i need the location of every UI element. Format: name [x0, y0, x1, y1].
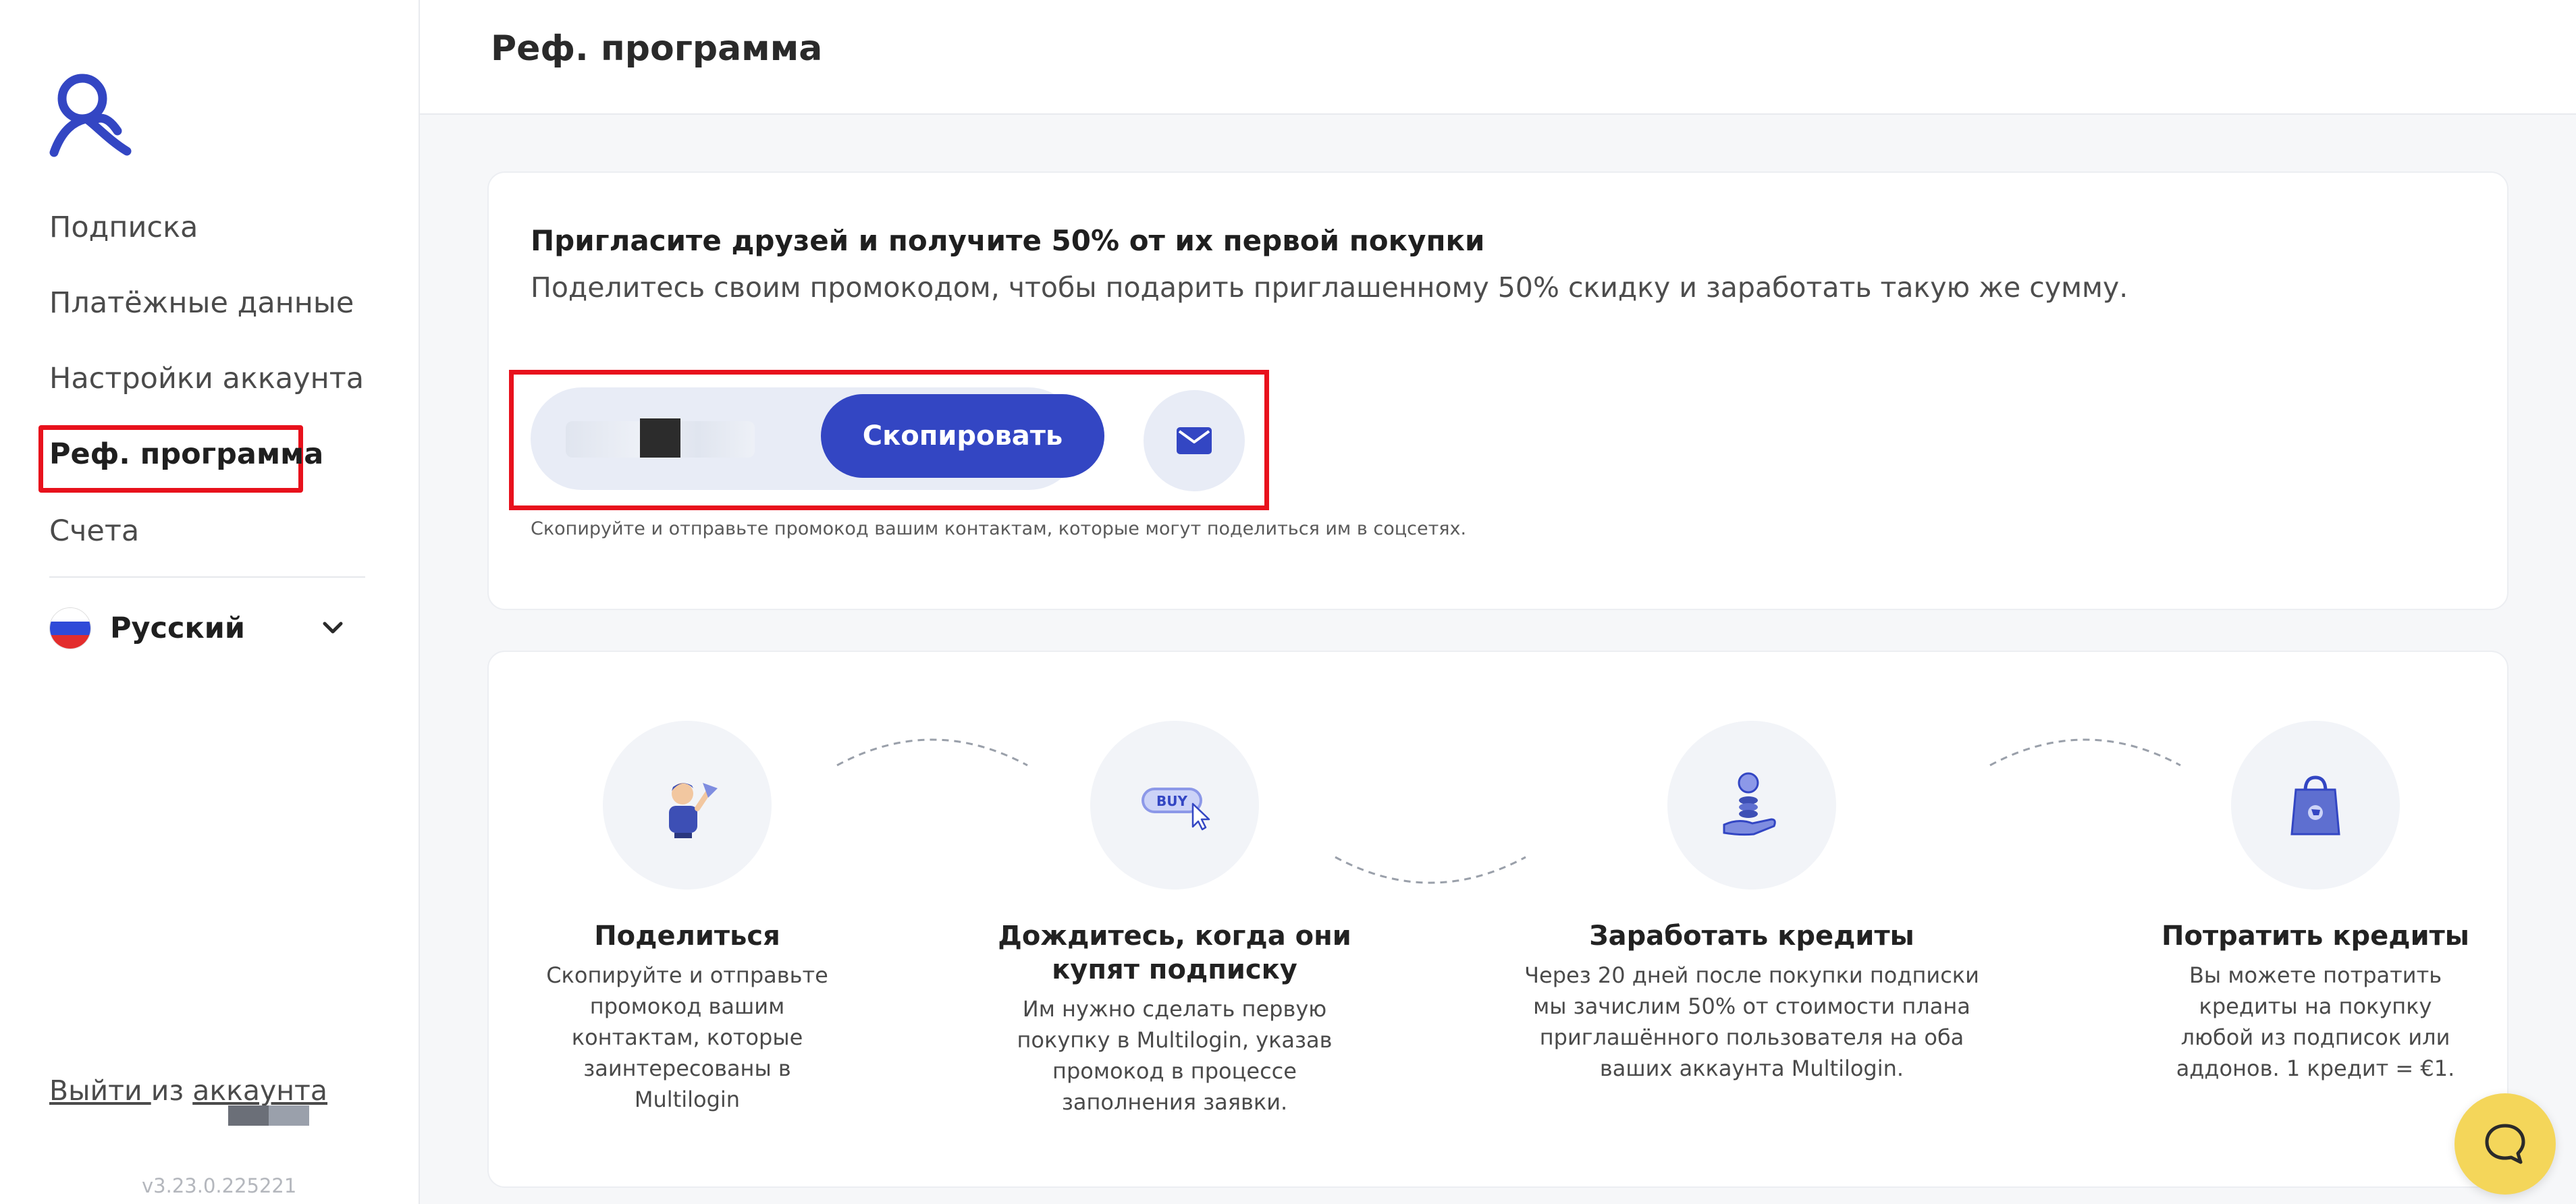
sidebar-item-referral[interactable]: Реф. программа	[49, 437, 323, 471]
step-share-desc: Скопируйте и отправьте промокод вашим ко…	[546, 962, 828, 1112]
redacted-overlay	[228, 1105, 309, 1126]
share-person-icon	[669, 783, 718, 838]
email-share-button[interactable]	[1144, 390, 1245, 491]
step-earn-desc: Через 20 дней после покупки подписки мы …	[1524, 962, 1979, 1081]
step-buy-circle: BUY	[1090, 721, 1259, 890]
logout-link[interactable]: Выйти	[49, 1074, 151, 1107]
step-spend-desc: Вы можете потратить кредиты на покупку л…	[2176, 962, 2455, 1081]
mail-icon	[1177, 427, 1212, 454]
step-buy-desc: Им нужно сделать первую покупку в Multil…	[1017, 996, 1333, 1115]
promo-code-redaction	[640, 418, 680, 458]
step-spend-title: Потратить кредиты	[2162, 921, 2469, 952]
connector-arc-3	[1989, 738, 2181, 767]
sidebar-item-subscription[interactable]: Подписка	[49, 211, 198, 244]
step-share-title: Поделиться	[594, 921, 780, 952]
invite-title: Пригласите друзей и получите 50% от их п…	[531, 224, 1485, 257]
coins-hand-icon	[1723, 772, 1776, 836]
multilogin-logo-icon[interactable]	[47, 70, 135, 158]
sidebar-item-account-settings[interactable]: Настройки аккаунта	[49, 362, 364, 395]
promo-code-field[interactable]: Скопировать	[531, 387, 1104, 490]
svg-text:BUY: BUY	[1156, 793, 1187, 809]
invite-card: Пригласите друзей и получите 50% от их п…	[487, 171, 2508, 610]
sidebar-divider	[49, 576, 365, 578]
support-chat-button[interactable]	[2454, 1093, 2556, 1195]
shopping-bag-icon	[2290, 775, 2340, 836]
language-label: Русский	[110, 611, 245, 645]
step-spend-circle	[2231, 721, 2400, 890]
logout-account-link[interactable]: аккаунта	[192, 1074, 327, 1107]
russia-flag-icon	[49, 607, 91, 649]
steps-card: Поделиться Скопируйте и отправьте промок…	[487, 651, 2508, 1188]
promo-hint: Скопируйте и отправьте промокод вашим ко…	[531, 518, 1467, 539]
app-version: v3.23.0.225221	[142, 1174, 297, 1197]
sidebar-item-invoices[interactable]: Счета	[49, 514, 139, 548]
step-buy-title: Дождитесь, когда они купят подписку	[998, 921, 1351, 985]
chat-bubble-icon	[2485, 1124, 2525, 1164]
step-earn-title: Заработать кредиты	[1589, 921, 1914, 952]
invite-subtitle: Поделитесь своим промокодом, чтобы подар…	[531, 271, 2128, 304]
step-share-circle	[603, 721, 772, 890]
connector-arc-1	[836, 738, 1028, 767]
logout-mid: из	[151, 1074, 193, 1107]
language-selector[interactable]: Русский	[49, 606, 346, 651]
logout-text: Выйти из аккаунта	[49, 1074, 327, 1107]
connector-arc-2	[1335, 856, 1526, 884]
sidebar: Подписка Платёжные данные Настройки акка…	[0, 0, 420, 1204]
step-earn-circle	[1667, 721, 1836, 890]
sidebar-item-payment-data[interactable]: Платёжные данные	[49, 286, 354, 320]
copy-button[interactable]: Скопировать	[821, 394, 1104, 478]
buy-cursor-icon: BUY	[1142, 788, 1210, 831]
page-title: Реф. программа	[491, 28, 823, 69]
chevron-down-icon[interactable]	[319, 614, 346, 641]
page-header: Реф. программа	[420, 0, 2576, 115]
